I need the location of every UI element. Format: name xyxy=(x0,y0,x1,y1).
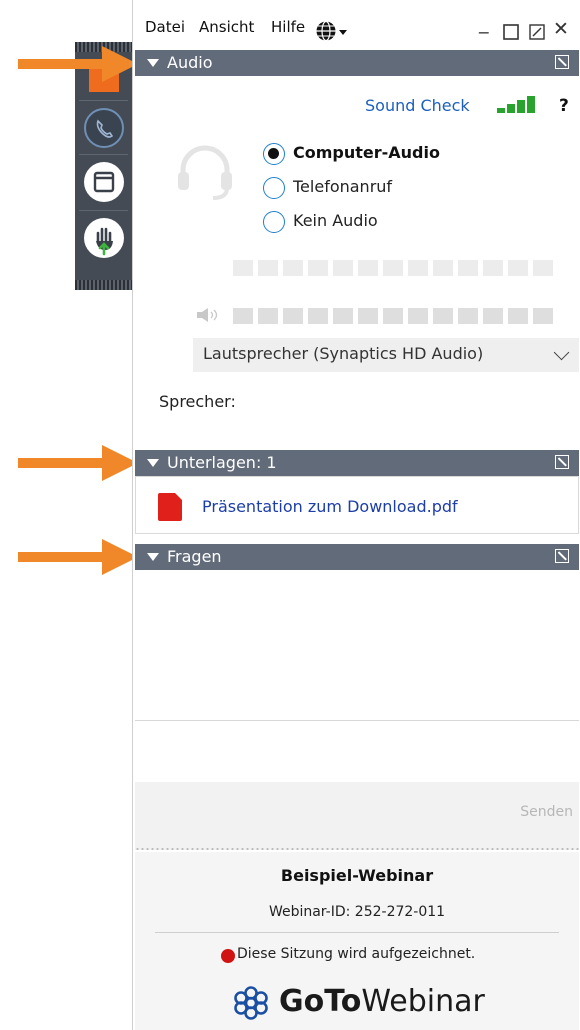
menu-ansicht[interactable]: Ansicht xyxy=(199,18,254,36)
popout-icon[interactable] xyxy=(555,549,569,563)
questions-log xyxy=(135,570,579,720)
popout-icon[interactable] xyxy=(555,455,569,469)
close-icon[interactable]: ✕ xyxy=(553,20,569,39)
question-input[interactable] xyxy=(135,721,579,781)
menu-bar: Datei Ansicht Hilfe _ ✕ xyxy=(133,0,580,44)
divider xyxy=(155,932,559,933)
menu-hilfe[interactable]: Hilfe xyxy=(271,18,305,36)
popout-icon[interactable] xyxy=(555,55,569,69)
control-panel: Datei Ansicht Hilfe _ ✕ Audio Sound Chec… xyxy=(132,0,580,1030)
globe-icon[interactable] xyxy=(315,20,355,42)
collapse-triangle-icon xyxy=(147,459,159,467)
handouts-header-label: Unterlagen: 1 xyxy=(167,453,277,472)
webinar-title: Beispiel-Webinar xyxy=(280,866,434,885)
collapse-triangle-icon xyxy=(147,553,159,561)
headset-icon xyxy=(178,145,232,200)
signal-bars-icon xyxy=(497,95,541,113)
handouts-section-header[interactable]: Unterlagen: 1 xyxy=(135,450,579,476)
recording-indicator-icon xyxy=(221,949,235,963)
speaker-label: Sprecher: xyxy=(159,392,236,411)
gotowebinar-logo: GoToWebinar xyxy=(231,982,491,1022)
recording-notice: Diese Sitzung wird aufgezeichnet. xyxy=(237,946,476,962)
window-icon xyxy=(93,171,115,193)
questions-section-header[interactable]: Fragen xyxy=(135,544,579,570)
send-area: Senden xyxy=(135,782,579,850)
speaker-device-value: Lautsprecher (Synaptics HD Audio) xyxy=(203,344,484,363)
questions-header-label: Fragen xyxy=(167,547,222,566)
strip-grip-bottom[interactable] xyxy=(75,280,132,290)
chevron-down-icon xyxy=(553,344,570,361)
menu-datei[interactable]: Datei xyxy=(145,18,185,36)
collapse-triangle-icon xyxy=(147,59,159,67)
window-button[interactable] xyxy=(84,162,124,202)
computer-audio-label: Computer-Audio xyxy=(293,143,440,162)
orange-arrow-questions xyxy=(18,539,138,575)
telefonanruf-label: Telefonanruf xyxy=(293,177,393,196)
speaker-level-meter xyxy=(233,308,553,324)
help-button[interactable]: ? xyxy=(559,96,569,116)
audio-section-header[interactable]: Audio xyxy=(135,50,579,76)
speaker-icon xyxy=(197,308,218,322)
radio-telefonanruf[interactable] xyxy=(263,177,285,199)
orange-arrow-handouts xyxy=(18,445,138,481)
phone-button[interactable] xyxy=(84,108,124,148)
pdf-icon xyxy=(158,493,182,521)
goto-logo-icon xyxy=(234,986,268,1020)
logo-text: GoToWebinar xyxy=(279,984,485,1019)
minimize-icon[interactable]: _ xyxy=(479,14,489,33)
speaker-device-select[interactable]: Lautsprecher (Synaptics HD Audio) xyxy=(193,338,579,372)
kein-audio-label: Kein Audio xyxy=(293,211,378,230)
popout-icon[interactable] xyxy=(529,24,545,40)
send-button[interactable]: Senden xyxy=(520,804,573,820)
microphone-level-meter xyxy=(233,260,553,276)
webinar-footer: Beispiel-Webinar Webinar-ID: 252-272-011… xyxy=(135,852,579,1030)
strip-separator xyxy=(79,210,128,211)
webinar-id: Webinar-ID: 252-272-011 xyxy=(268,904,446,920)
raise-hand-button[interactable] xyxy=(84,218,124,258)
radio-kein-audio[interactable] xyxy=(263,211,285,233)
sound-check-link[interactable]: Sound Check xyxy=(365,96,470,115)
strip-separator xyxy=(79,154,128,155)
strip-separator xyxy=(79,100,128,101)
phone-icon xyxy=(96,119,114,138)
maximize-icon[interactable] xyxy=(503,24,519,40)
handout-file-row[interactable]: Präsentation zum Download.pdf xyxy=(135,476,579,534)
handout-file-link[interactable]: Präsentation zum Download.pdf xyxy=(202,497,458,516)
radio-computer-audio[interactable] xyxy=(263,143,285,165)
hand-icon xyxy=(96,227,113,256)
audio-header-label: Audio xyxy=(167,53,213,72)
orange-arrow-audio xyxy=(18,46,138,82)
